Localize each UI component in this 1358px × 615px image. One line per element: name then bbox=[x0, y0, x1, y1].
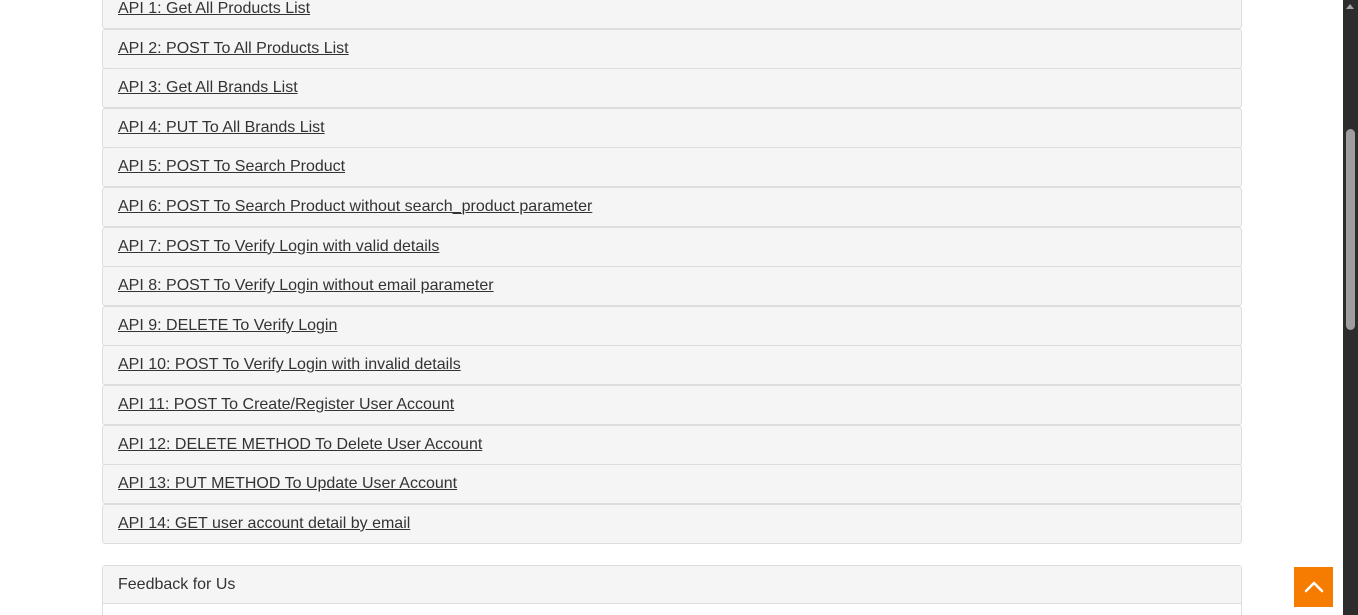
api-list-item: API 8: POST To Verify Login without emai… bbox=[102, 266, 1242, 307]
api-list-item: API 10: POST To Verify Login with invali… bbox=[102, 345, 1242, 386]
api-list-item: API 11: POST To Create/Register User Acc… bbox=[102, 385, 1242, 426]
feedback-heading: Feedback for Us bbox=[103, 566, 1241, 604]
api-link-1[interactable]: API 1: Get All Products List bbox=[118, 1, 310, 17]
api-link-7[interactable]: API 7: POST To Verify Login with valid d… bbox=[118, 238, 439, 255]
scroll-to-top-button[interactable] bbox=[1294, 567, 1333, 607]
api-link-14[interactable]: API 14: GET user account detail by email bbox=[118, 515, 410, 532]
api-link-11[interactable]: API 11: POST To Create/Register User Acc… bbox=[118, 397, 454, 413]
feedback-panel: Feedback for Us bbox=[102, 565, 1242, 615]
scrollbar-up-arrow-icon[interactable] bbox=[1346, 4, 1354, 9]
api-list-item: API 6: POST To Search Product without se… bbox=[102, 187, 1242, 228]
chevron-up-icon bbox=[1304, 581, 1323, 593]
api-list: API 1: Get All Products List API 2: POST… bbox=[102, 0, 1242, 544]
api-link-12[interactable]: API 12: DELETE METHOD To Delete User Acc… bbox=[118, 436, 482, 453]
api-link-3[interactable]: API 3: Get All Brands List bbox=[118, 80, 298, 96]
api-link-8[interactable]: API 8: POST To Verify Login without emai… bbox=[118, 278, 494, 294]
page: API 1: Get All Products List API 2: POST… bbox=[0, 0, 1358, 615]
api-list-item: API 9: DELETE To Verify Login bbox=[102, 305, 1242, 346]
api-link-5[interactable]: API 5: POST To Search Product bbox=[118, 159, 345, 175]
api-list-item: API 4: PUT To All Brands List bbox=[102, 107, 1242, 148]
api-list-item: API 7: POST To Verify Login with valid d… bbox=[102, 226, 1242, 267]
api-list-item: API 1: Get All Products List bbox=[102, 0, 1242, 29]
api-link-10[interactable]: API 10: POST To Verify Login with invali… bbox=[118, 357, 461, 373]
api-list-item: API 2: POST To All Products List bbox=[102, 28, 1242, 69]
api-link-4[interactable]: API 4: PUT To All Brands List bbox=[118, 119, 325, 136]
api-list-item: API 5: POST To Search Product bbox=[102, 147, 1242, 188]
scrollbar-thumb[interactable] bbox=[1346, 129, 1355, 330]
vertical-scrollbar[interactable] bbox=[1343, 0, 1358, 615]
api-list-item: API 3: Get All Brands List bbox=[102, 68, 1242, 109]
api-link-6[interactable]: API 6: POST To Search Product without se… bbox=[118, 199, 592, 215]
api-list-item: API 13: PUT METHOD To Update User Accoun… bbox=[102, 464, 1242, 505]
api-link-13[interactable]: API 13: PUT METHOD To Update User Accoun… bbox=[118, 476, 457, 492]
api-link-2[interactable]: API 2: POST To All Products List bbox=[118, 40, 349, 57]
api-link-9[interactable]: API 9: DELETE To Verify Login bbox=[118, 317, 337, 334]
api-list-item: API 12: DELETE METHOD To Delete User Acc… bbox=[102, 424, 1242, 465]
api-list-item: API 14: GET user account detail by email bbox=[102, 503, 1242, 544]
